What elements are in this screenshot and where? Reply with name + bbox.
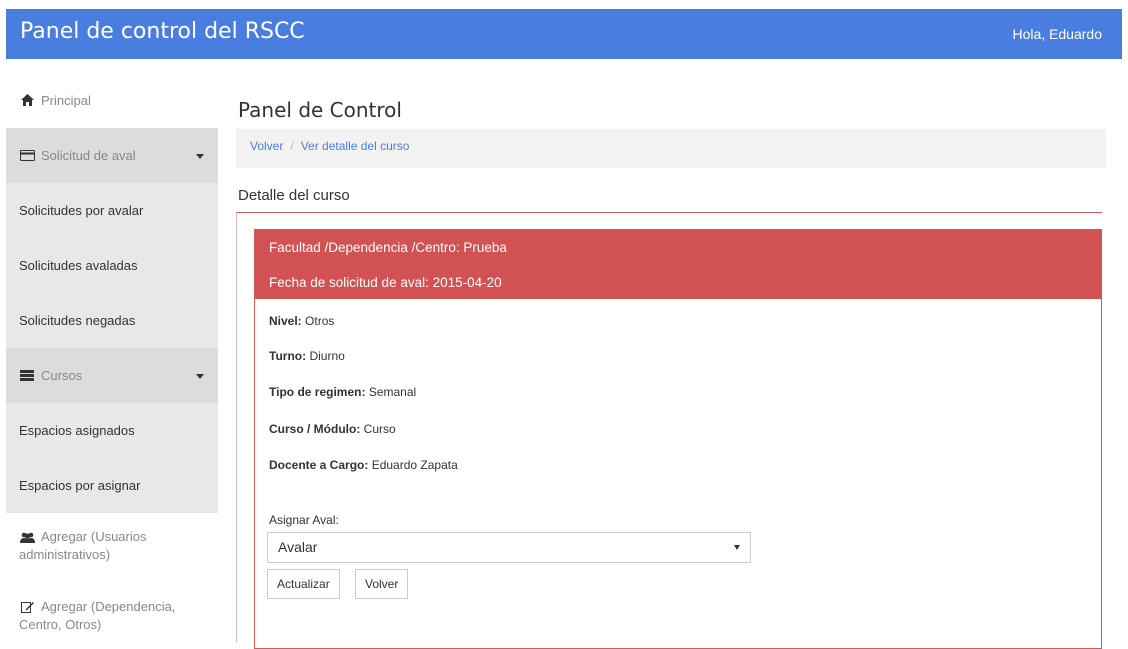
sidebar-item-label: Solicitud de aval <box>41 148 136 163</box>
panel-heading: Facultad /Dependencia /Centro: Prueba Fe… <box>255 230 1101 299</box>
detail-label: Docente a Cargo: <box>269 458 369 472</box>
select-value: Avalar <box>278 539 318 555</box>
main-content: Panel de Control Volver / Ver detalle del … <box>236 72 1128 649</box>
credit-card-icon <box>19 149 35 163</box>
sidebar-item-label: Agregar (Usuarios administrativos) <box>19 529 147 562</box>
chevron-down-icon <box>196 373 204 379</box>
assign-aval-label: Asignar Aval: <box>269 513 339 527</box>
breadcrumb-current-link[interactable]: Ver detalle del curso <box>301 139 410 153</box>
sidebar-item-label: Principal <box>41 92 91 108</box>
detail-curso-modulo: Curso / Módulo: Curso <box>269 422 396 436</box>
detail-turno: Turno: Diurno <box>269 349 345 363</box>
top-navbar: Panel de control del RSCC Hola, Eduardo <box>6 9 1122 59</box>
detail-nivel: Nivel: Otros <box>269 314 334 328</box>
assign-aval-select[interactable]: Avalar <box>267 532 751 563</box>
sidebar-item-cursos[interactable]: Cursos <box>6 348 218 403</box>
detail-label: Tipo de regimen: <box>269 385 366 399</box>
sidebar-item-label: Solicitudes avaladas <box>19 258 138 273</box>
chevron-down-icon <box>196 153 204 159</box>
detail-value: Semanal <box>368 385 417 399</box>
users-icon <box>19 531 35 545</box>
sidebar-item-label: Solicitudes negadas <box>19 313 136 328</box>
detail-label: Curso / Módulo: <box>269 422 361 436</box>
back-button[interactable]: Volver <box>355 569 409 599</box>
sidebar-item-principal[interactable]: Principal <box>6 72 218 128</box>
detail-value: Eduardo Zapata <box>371 458 458 472</box>
detail-value: Curso <box>363 422 396 436</box>
sidebar-item-label: Espacios por asignar <box>19 478 141 493</box>
sidebar: Principal Solicitud de aval Solicitudes … <box>6 72 218 638</box>
breadcrumb-separator: / <box>290 139 294 153</box>
user-greeting[interactable]: Hola, Eduardo <box>1012 26 1102 42</box>
edit-icon <box>19 600 35 614</box>
sidebar-item-solicitudes-por-avalar[interactable]: Solicitudes por avalar <box>6 183 218 238</box>
detail-value: Diurno <box>309 349 345 363</box>
section-title: Detalle del curso <box>238 187 350 204</box>
detail-label: Nivel: <box>269 314 302 328</box>
page-title: Panel de Control <box>238 98 402 122</box>
sidebar-item-espacios-por-asignar[interactable]: Espacios por asignar <box>6 458 218 513</box>
sidebar-item-label: Agregar (Dependencia, Centro, Otros) <box>19 599 176 632</box>
breadcrumb-back-link[interactable]: Volver <box>250 139 283 153</box>
detail-value: Otros <box>305 314 335 328</box>
request-date-text: Fecha de solicitud de aval: 2015-04-20 <box>269 275 502 290</box>
detail-docente: Docente a Cargo: Eduardo Zapata <box>269 458 458 472</box>
faculty-text: Facultad /Dependencia /Centro: Prueba <box>269 240 507 255</box>
sidebar-item-label: Solicitudes por avalar <box>19 203 144 218</box>
sidebar-item-solicitud-de-aval[interactable]: Solicitud de aval <box>6 128 218 183</box>
sidebar-item-label: Espacios asignados <box>19 423 135 438</box>
sidebar-item-espacios-asignados[interactable]: Espacios asignados <box>6 403 218 458</box>
detail-label: Turno: <box>269 349 307 363</box>
chevron-down-icon <box>734 545 740 550</box>
course-detail-panel: Facultad /Dependencia /Centro: Prueba Fe… <box>254 229 1102 649</box>
sidebar-item-solicitudes-avaladas[interactable]: Solicitudes avaladas <box>6 238 218 293</box>
sidebar-item-solicitudes-negadas[interactable]: Solicitudes negadas <box>6 293 218 348</box>
sidebar-item-agregar-usuarios[interactable]: Agregar (Usuarios administrativos) <box>6 528 218 588</box>
app-title[interactable]: Panel de control del RSCC <box>20 19 305 44</box>
list-icon <box>19 369 35 383</box>
home-icon <box>19 93 35 107</box>
sidebar-item-agregar-dependencia[interactable]: Agregar (Dependencia, Centro, Otros) <box>6 598 218 638</box>
detail-tipo-regimen: Tipo de regimen: Semanal <box>269 385 416 399</box>
sidebar-item-label: Cursos <box>41 368 83 383</box>
update-button[interactable]: Actualizar <box>267 569 340 599</box>
breadcrumb: Volver / Ver detalle del curso <box>236 129 1106 168</box>
